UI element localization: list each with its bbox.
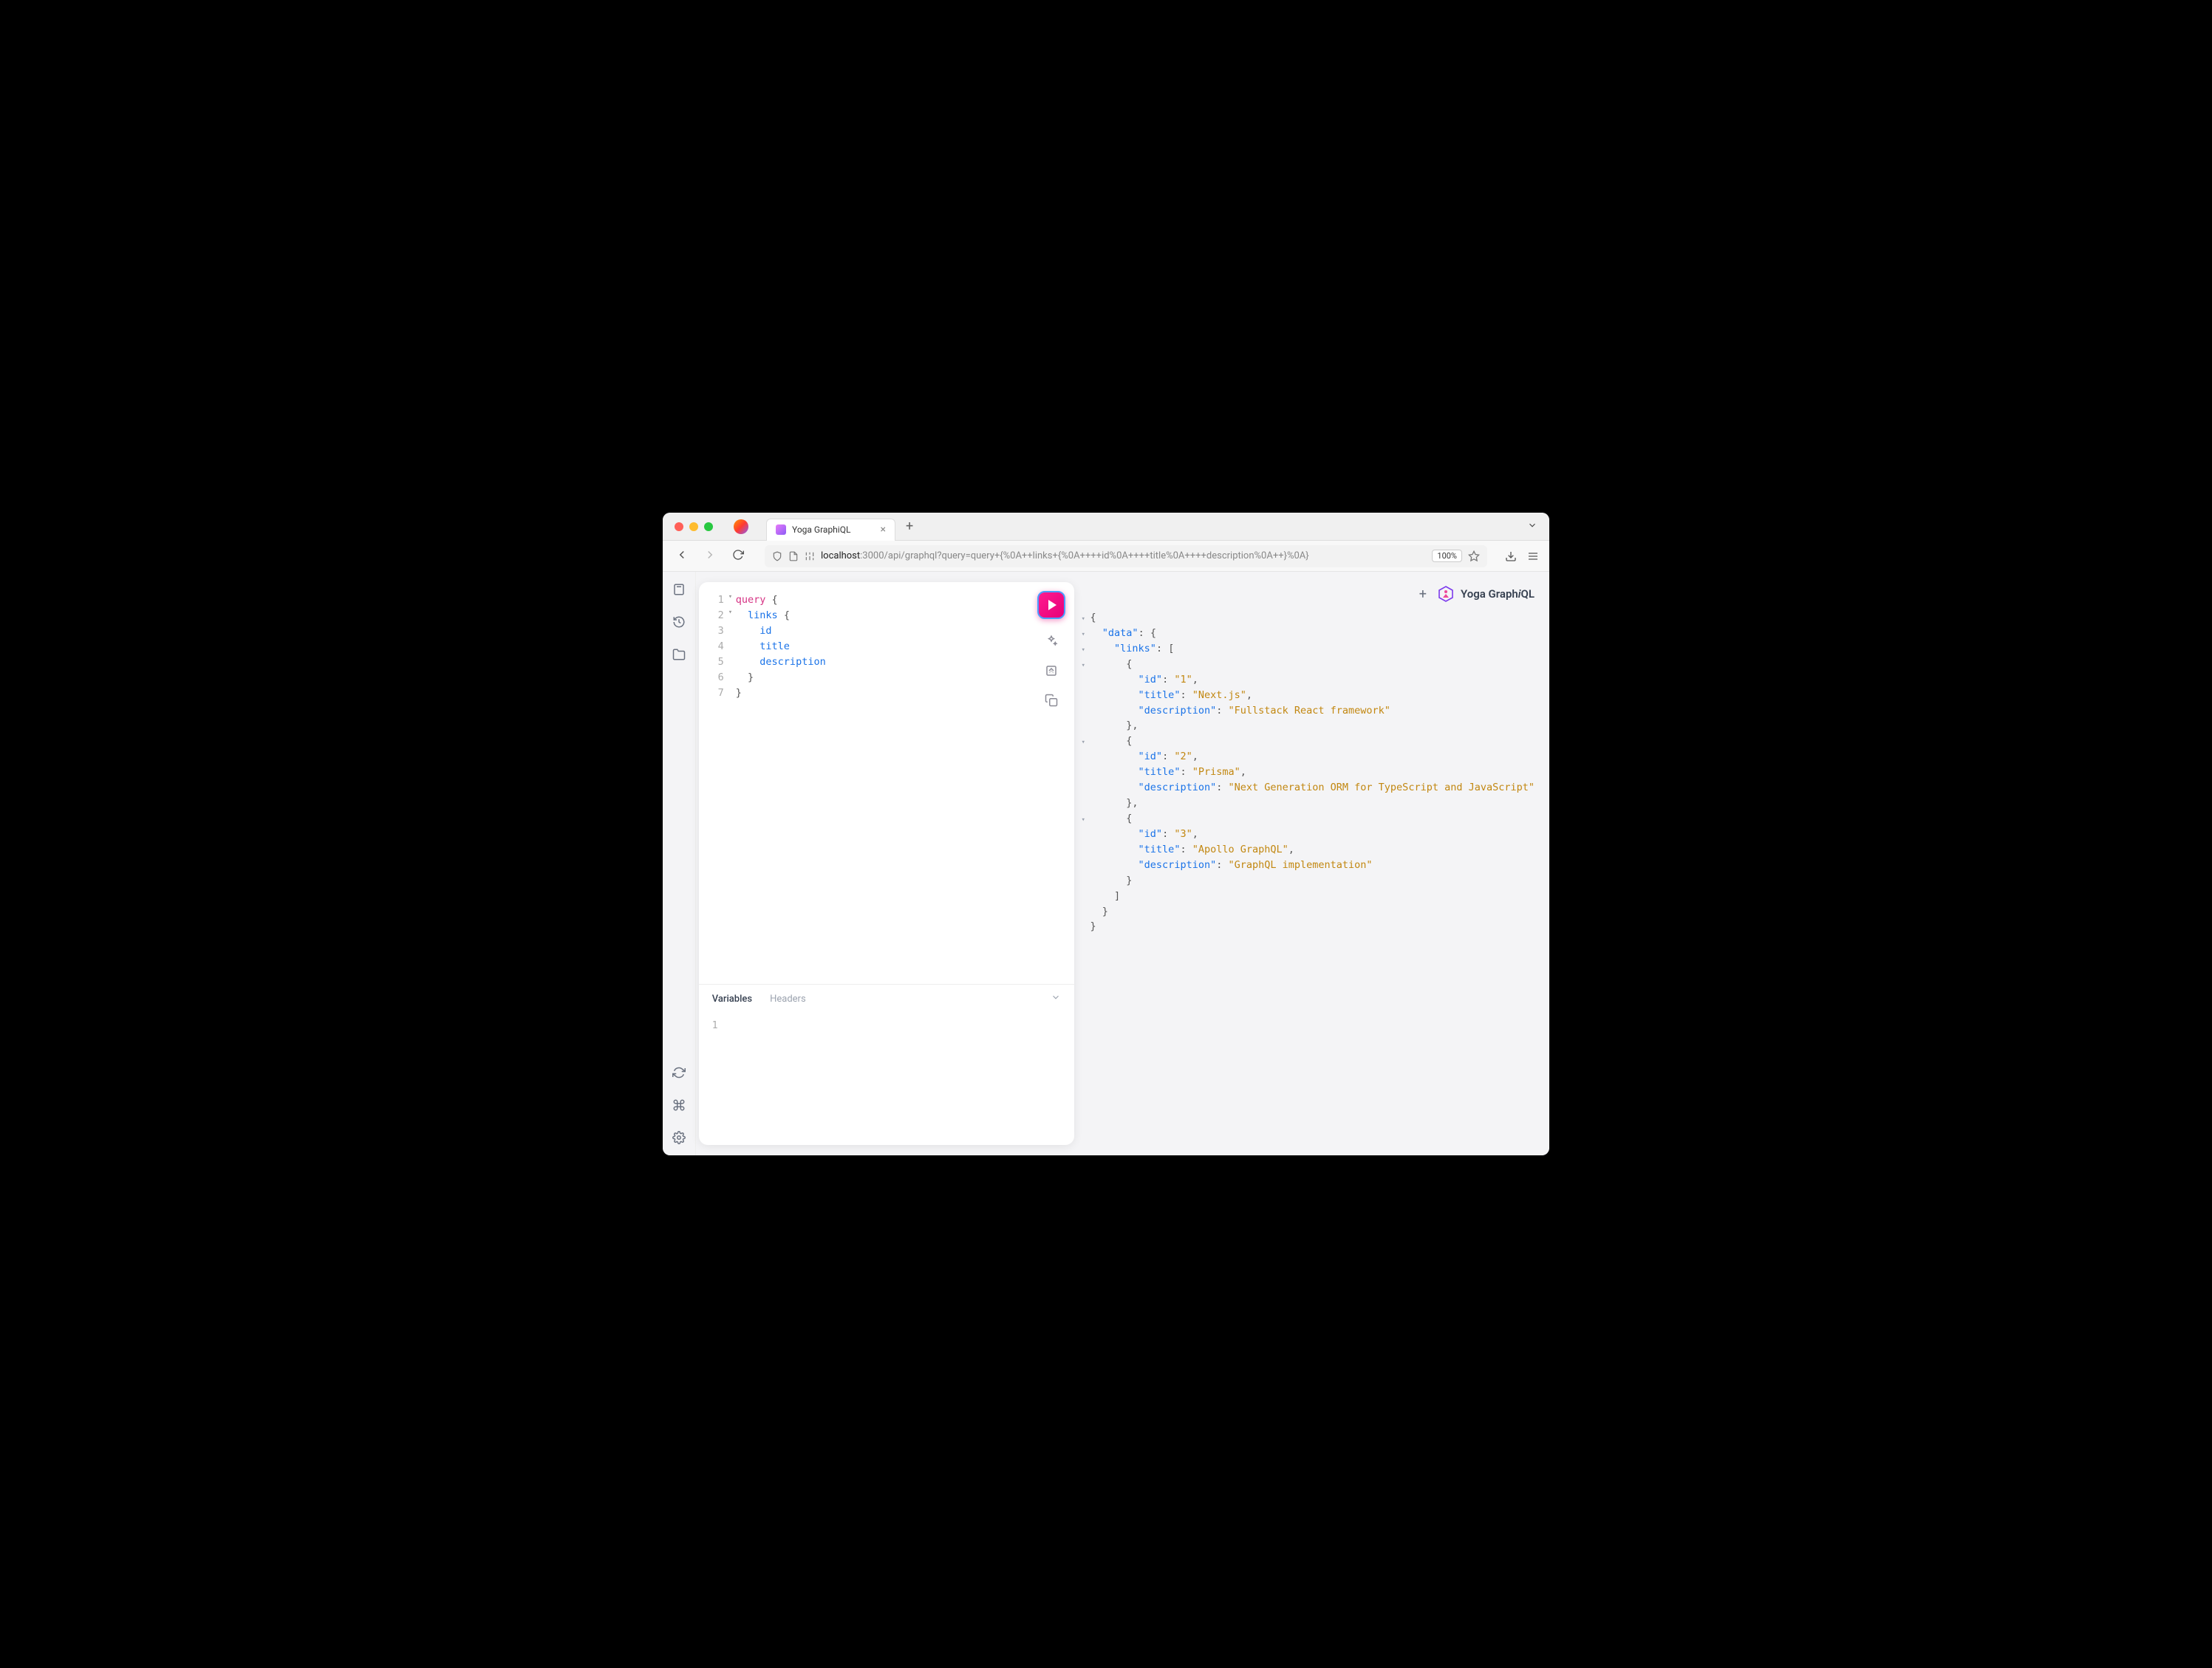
firefox-icon (734, 519, 748, 534)
settings-icon[interactable] (672, 1130, 686, 1145)
response-line: }, (1082, 796, 1535, 811)
favicon-icon (776, 524, 786, 535)
response-line: "description": "Fullstack React framewor… (1082, 703, 1535, 719)
copy-icon[interactable] (1044, 693, 1059, 708)
query-editor-panel: 1▾query {2▾ links {3 id4 title5 descript… (699, 582, 1074, 1145)
response-line: "title": "Next.js", (1082, 688, 1535, 703)
tab-variables[interactable]: Variables (712, 994, 752, 1005)
response-line: "description": "Next Generation ORM for … (1082, 780, 1535, 796)
permissions-icon (805, 551, 815, 561)
response-line: ▾ { (1082, 657, 1535, 672)
explorer-icon[interactable] (672, 647, 686, 662)
response-line: "title": "Apollo GraphQL", (1082, 842, 1535, 858)
tab-close-button[interactable]: × (881, 524, 886, 536)
variables-editor[interactable]: 1 (699, 1010, 1074, 1145)
toolbar-right (1505, 550, 1539, 562)
code-line: 3 id (708, 623, 1065, 639)
collapse-vars-button[interactable] (1051, 992, 1061, 1005)
shortcuts-icon[interactable] (672, 1098, 686, 1112)
response-line: } (1082, 904, 1535, 920)
zoom-badge[interactable]: 100% (1432, 550, 1462, 562)
add-tab-button[interactable]: + (1419, 587, 1427, 602)
response-line: } (1082, 873, 1535, 889)
response-line: ] (1082, 889, 1535, 904)
response-line: "title": "Prisma", (1082, 765, 1535, 780)
response-header: + Yoga GraphiQL (1077, 582, 1539, 610)
response-line: "id": "1", (1082, 672, 1535, 688)
response-line: "id": "2", (1082, 749, 1535, 765)
brand-text: Yoga GraphiQL (1461, 587, 1535, 601)
browser-window: Yoga GraphiQL × + localhost:3000/api/gra… (663, 513, 1549, 1155)
traffic-lights (675, 522, 713, 531)
close-window-button[interactable] (675, 522, 683, 531)
response-line: } (1082, 919, 1535, 934)
tab-title: Yoga GraphiQL (792, 524, 850, 535)
tab-headers[interactable]: Headers (770, 994, 806, 1005)
minimize-window-button[interactable] (689, 522, 698, 531)
shield-icon (772, 551, 782, 561)
code-line: 5 description (708, 654, 1065, 670)
response-panel: + Yoga GraphiQL ▾{▾ "data": {▾ "links": … (1077, 582, 1539, 1145)
vars-line-number: 1 (712, 1020, 718, 1031)
tabs-dropdown-button[interactable] (1527, 519, 1537, 533)
back-button[interactable] (673, 548, 691, 564)
side-rail (663, 572, 696, 1155)
response-line: ▾ { (1082, 734, 1535, 749)
response-line: ▾{ (1082, 610, 1535, 626)
refetch-icon[interactable] (672, 1065, 686, 1080)
response-line: ▾ { (1082, 811, 1535, 827)
forward-button[interactable] (701, 548, 719, 564)
query-editor[interactable]: 1▾query {2▾ links {3 id4 title5 descript… (699, 582, 1074, 984)
url-text: localhost:3000/api/graphql?query=query+{… (821, 550, 1426, 561)
response-line: ▾ "data": { (1082, 626, 1535, 641)
docs-icon[interactable] (672, 582, 686, 597)
url-toolbar: localhost:3000/api/graphql?query=query+{… (663, 541, 1549, 572)
maximize-window-button[interactable] (704, 522, 713, 531)
response-line: ▾ "links": [ (1082, 641, 1535, 657)
vars-tabs: Variables Headers (699, 985, 1074, 1010)
page-icon (788, 551, 799, 561)
reload-button[interactable] (729, 549, 747, 564)
response-line: "description": "GraphQL implementation" (1082, 858, 1535, 873)
bookmark-star-icon[interactable] (1468, 550, 1480, 562)
response-body[interactable]: ▾{▾ "data": {▾ "links": [▾ { "id": "1", … (1077, 610, 1539, 1145)
query-code-area[interactable]: 1▾query {2▾ links {3 id4 title5 descript… (699, 582, 1074, 984)
url-bar[interactable]: localhost:3000/api/graphql?query=query+{… (765, 545, 1487, 567)
downloads-icon[interactable] (1505, 550, 1517, 562)
new-tab-button[interactable]: + (906, 519, 913, 534)
variables-panel: Variables Headers 1 (699, 984, 1074, 1145)
titlebar: Yoga GraphiQL × + (663, 513, 1549, 541)
graphiql-app: 1▾query {2▾ links {3 id4 title5 descript… (663, 572, 1549, 1155)
prettify-icon[interactable] (1044, 634, 1059, 649)
browser-tab[interactable]: Yoga GraphiQL × (766, 519, 895, 541)
menu-icon[interactable] (1527, 550, 1539, 562)
history-icon[interactable] (672, 615, 686, 629)
response-line: "id": "3", (1082, 827, 1535, 842)
response-line: }, (1082, 718, 1535, 734)
execute-button[interactable] (1037, 591, 1065, 619)
code-line: 2▾ links { (708, 608, 1065, 623)
code-line: 6 } (708, 670, 1065, 686)
play-icon (1048, 600, 1056, 610)
yoga-logo-icon (1437, 585, 1455, 603)
editor-actions (1037, 591, 1065, 708)
merge-icon[interactable] (1044, 663, 1059, 678)
code-line: 7} (708, 686, 1065, 701)
brand: Yoga GraphiQL (1437, 585, 1535, 603)
code-line: 4 title (708, 639, 1065, 654)
code-line: 1▾query { (708, 592, 1065, 608)
